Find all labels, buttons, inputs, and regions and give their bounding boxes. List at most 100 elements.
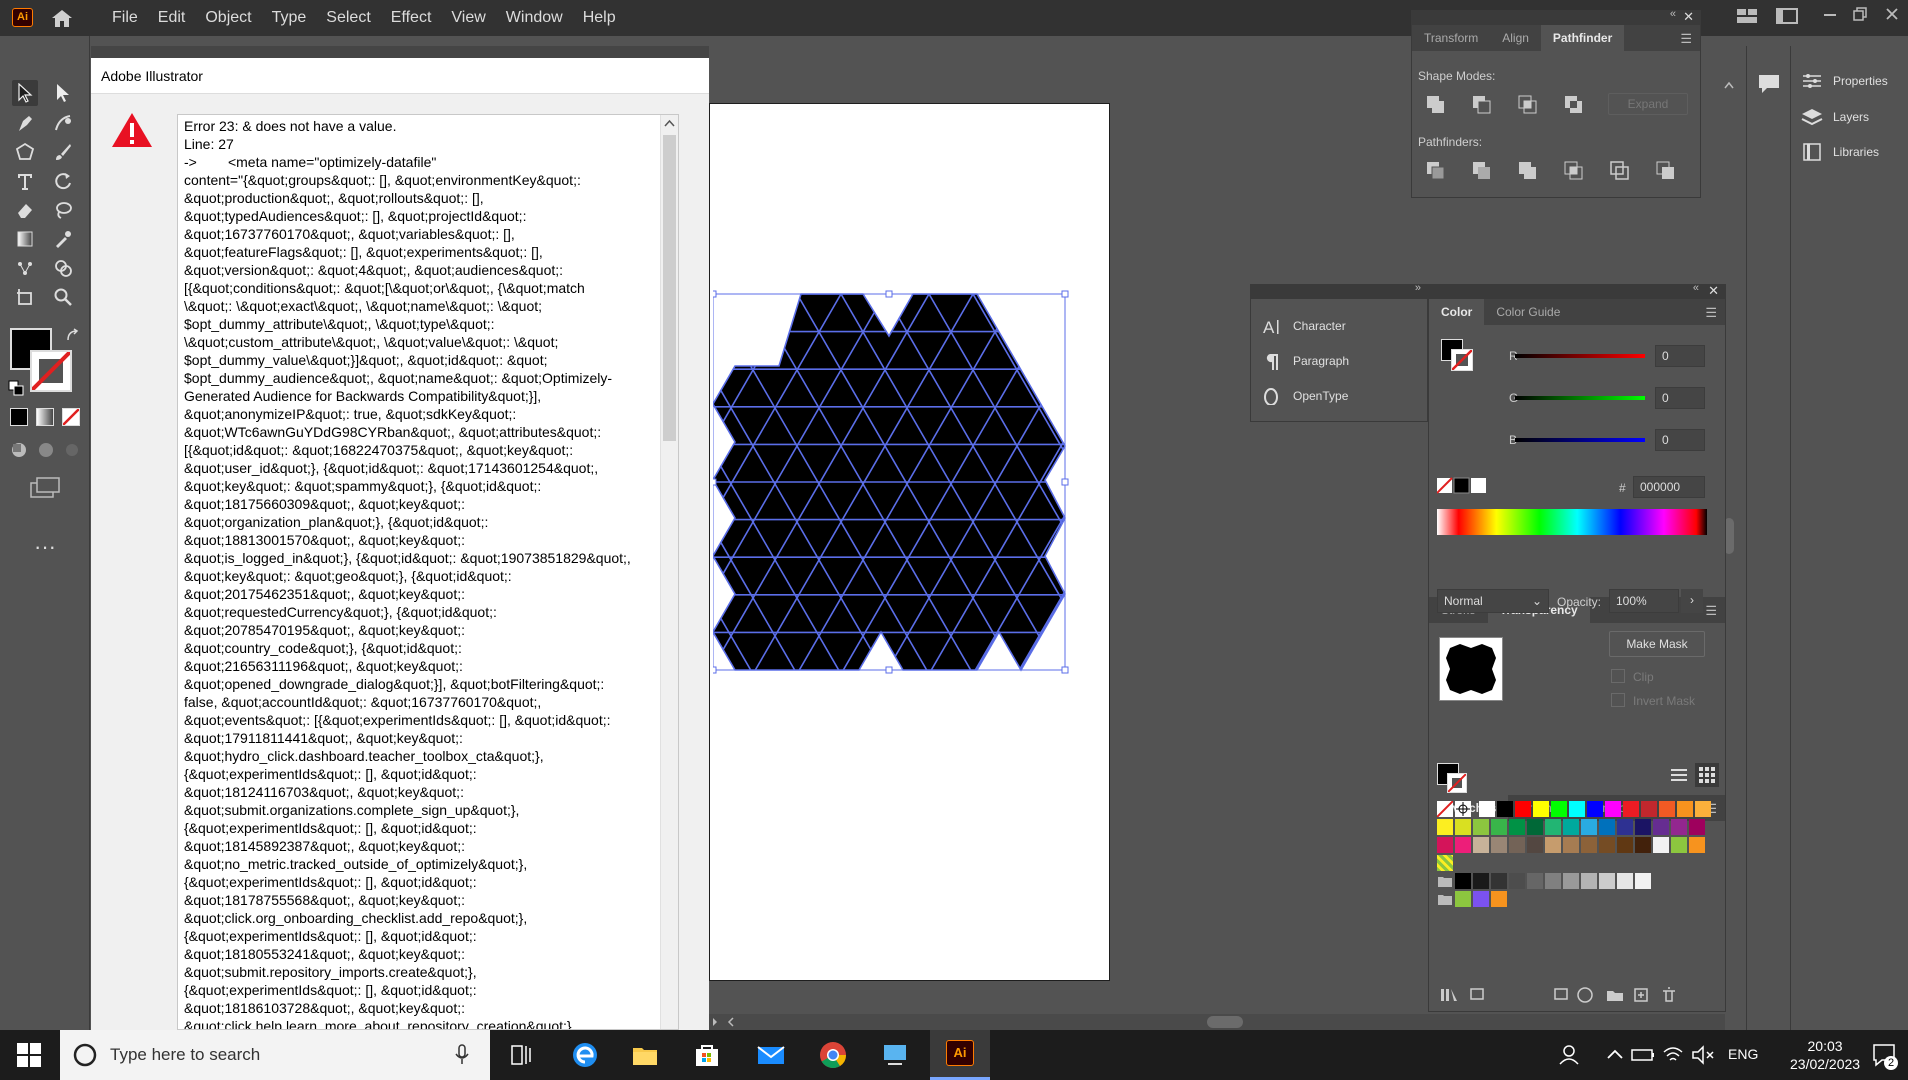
file-explorer-icon[interactable] — [630, 1040, 660, 1070]
panel-menu-icon[interactable]: ☰ — [1680, 31, 1692, 47]
color-swatch[interactable] — [1479, 801, 1495, 817]
selection-handle[interactable] — [1061, 666, 1069, 674]
libraries-panel-button[interactable]: Libraries — [1801, 143, 1879, 161]
volume-muted-icon[interactable] — [1688, 1040, 1718, 1070]
network-icon[interactable] — [1658, 1040, 1688, 1070]
clock[interactable]: 20:03 23/02/2023 — [1790, 1037, 1860, 1073]
collapse-stack-icon[interactable]: « — [1693, 282, 1699, 294]
eraser-tool-icon[interactable] — [12, 197, 38, 223]
task-view-icon[interactable] — [506, 1040, 536, 1070]
minus-front-icon[interactable] — [1472, 95, 1492, 115]
color-swatch[interactable] — [1455, 819, 1471, 835]
color-swatch[interactable] — [1581, 819, 1597, 835]
g-slider[interactable] — [1515, 396, 1645, 400]
color-swatch[interactable] — [1599, 837, 1615, 853]
color-swatch[interactable] — [1551, 801, 1567, 817]
unite-icon[interactable] — [1426, 95, 1446, 115]
color-swatch[interactable] — [1695, 801, 1711, 817]
stroke-color-swatch[interactable] — [30, 350, 72, 392]
color-swatch[interactable] — [1677, 801, 1693, 817]
selection-handle[interactable] — [1061, 478, 1069, 486]
lasso-tool-icon[interactable] — [50, 197, 76, 223]
color-swatch[interactable] — [1635, 837, 1651, 853]
color-swatch[interactable] — [1659, 801, 1675, 817]
color-swatch[interactable] — [1509, 819, 1525, 835]
selection-tool-icon[interactable] — [12, 80, 38, 106]
color-swatch[interactable] — [1599, 873, 1615, 889]
divide-icon[interactable] — [1426, 161, 1446, 181]
gradient-mode-icon[interactable] — [36, 408, 54, 426]
color-swatch[interactable] — [1527, 873, 1543, 889]
properties-panel-button[interactable]: Properties — [1801, 72, 1888, 90]
menu-type[interactable]: Type — [272, 9, 307, 27]
color-swatch[interactable] — [1653, 837, 1669, 853]
comments-icon[interactable] — [1757, 72, 1781, 96]
remote-desktop-icon[interactable] — [880, 1040, 910, 1070]
grid-view-icon[interactable] — [1695, 763, 1719, 787]
close-panel-icon[interactable]: ✕ — [1683, 9, 1694, 25]
shape-builder-tool-icon[interactable] — [50, 255, 76, 281]
color-swatch[interactable] — [1491, 819, 1507, 835]
swatch-grid[interactable] — [1437, 801, 1719, 921]
b-slider[interactable] — [1515, 438, 1645, 442]
microphone-icon[interactable] — [454, 1044, 470, 1066]
error-message-box[interactable]: Error 23: & does not have a value. Line:… — [177, 114, 679, 1030]
selection-handle[interactable] — [885, 290, 893, 298]
color-swatch[interactable] — [1689, 837, 1705, 853]
minus-back-icon[interactable] — [1656, 161, 1676, 181]
clip-checkbox[interactable] — [1611, 669, 1625, 683]
color-swatch[interactable] — [1545, 837, 1561, 853]
color-swatch[interactable] — [1671, 819, 1687, 835]
people-icon[interactable] — [1556, 1040, 1586, 1070]
character-panel-button[interactable]: A Character — [1261, 317, 1346, 335]
selection-handle[interactable] — [713, 666, 717, 674]
transparency-panel-menu-icon[interactable]: ☰ — [1705, 603, 1717, 619]
tab-transform[interactable]: Transform — [1412, 25, 1490, 51]
paragraph-panel-button[interactable]: Paragraph — [1261, 352, 1349, 370]
menu-effect[interactable]: Effect — [391, 9, 432, 27]
puppet-warp-tool-icon[interactable] — [12, 255, 38, 281]
layers-panel-button[interactable]: Layers — [1801, 108, 1869, 126]
color-swatch[interactable] — [1533, 801, 1549, 817]
color-swatch[interactable] — [1587, 801, 1603, 817]
color-swatch[interactable] — [1689, 819, 1705, 835]
color-mode-icon[interactable] — [10, 408, 28, 426]
color-swatch[interactable] — [1545, 873, 1561, 889]
notifications-icon[interactable]: 2 — [1870, 1040, 1900, 1070]
default-fill-stroke-icon[interactable] — [8, 380, 24, 396]
collapse-panel-icon[interactable]: « — [1670, 8, 1676, 20]
swatch-folder-icon[interactable] — [1437, 891, 1453, 907]
color-swatch[interactable] — [1455, 837, 1471, 853]
color-swatch[interactable] — [1635, 873, 1651, 889]
menu-window[interactable]: Window — [506, 9, 563, 27]
color-swatch[interactable] — [1491, 891, 1507, 907]
color-swatch[interactable] — [1545, 819, 1561, 835]
zoom-tool-icon[interactable] — [50, 284, 76, 310]
swatch-none[interactable] — [1437, 801, 1453, 817]
color-swatch[interactable] — [1473, 837, 1489, 853]
screen-mode-icon[interactable] — [30, 476, 60, 500]
menu-select[interactable]: Select — [326, 9, 370, 27]
selection-handle[interactable] — [713, 478, 717, 486]
edge-browser-icon[interactable] — [570, 1040, 600, 1070]
color-stroke-swatch[interactable] — [1451, 349, 1473, 371]
polygon-tool-icon[interactable] — [12, 139, 38, 165]
show-hidden-icons-icon[interactable] — [1600, 1040, 1630, 1070]
color-swatch[interactable] — [1509, 873, 1525, 889]
chrome-icon[interactable] — [818, 1040, 848, 1070]
color-swatch[interactable] — [1581, 873, 1597, 889]
menu-help[interactable]: Help — [583, 9, 616, 27]
exclude-icon[interactable] — [1564, 95, 1584, 115]
color-swatch[interactable] — [1623, 801, 1639, 817]
menu-edit[interactable]: Edit — [158, 9, 186, 27]
b-value-input[interactable]: 0 — [1655, 429, 1705, 451]
blend-mode-select[interactable]: Normal ⌄ — [1437, 589, 1549, 613]
opentype-panel-button[interactable]: OpenType — [1261, 387, 1348, 405]
list-view-icon[interactable] — [1669, 765, 1689, 785]
color-swatch[interactable] — [1569, 801, 1585, 817]
input-language[interactable]: ENG — [1728, 1046, 1758, 1062]
opacity-expand-icon[interactable]: › — [1681, 589, 1703, 613]
restore-icon[interactable] — [1852, 6, 1868, 22]
color-swatch[interactable] — [1617, 873, 1633, 889]
opacity-input[interactable]: 100% — [1609, 589, 1679, 613]
